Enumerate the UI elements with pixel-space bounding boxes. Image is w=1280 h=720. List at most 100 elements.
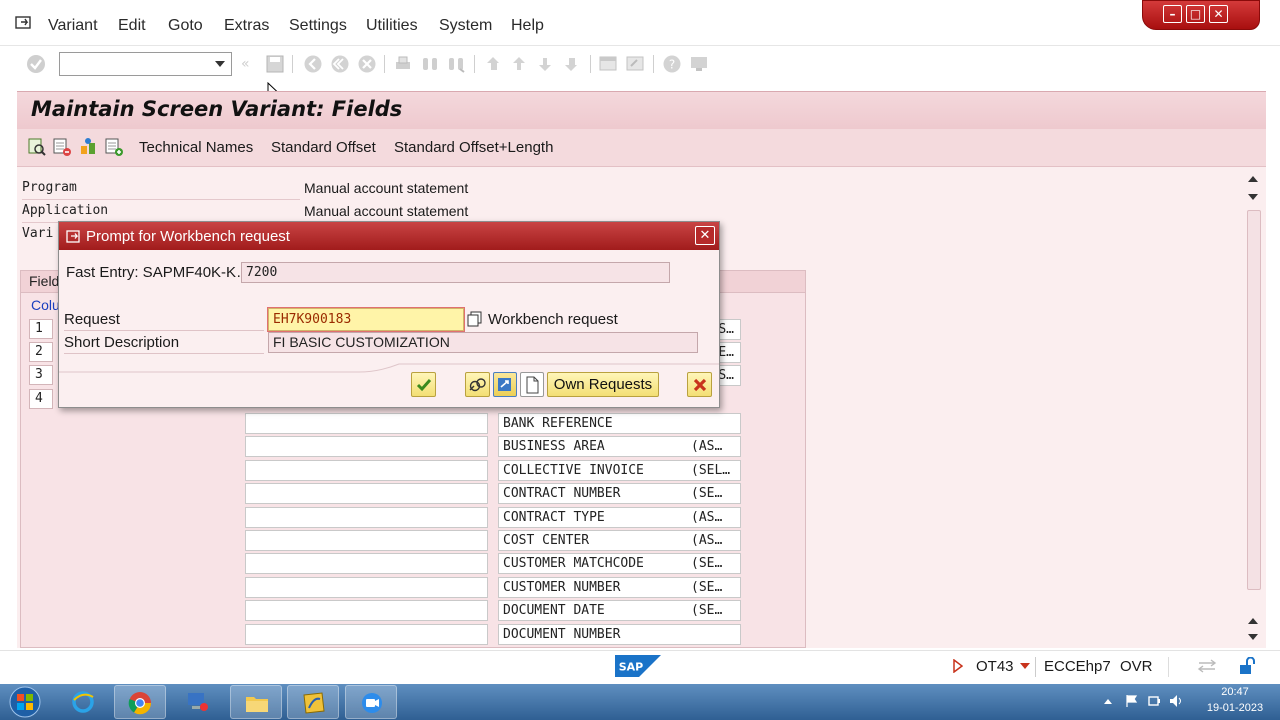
- scroll-up-icon[interactable]: [1248, 176, 1258, 182]
- chevron-down-icon[interactable]: [215, 61, 225, 67]
- standard-offset-length-button[interactable]: Standard Offset+Length: [394, 139, 553, 156]
- menu-edit[interactable]: Edit: [118, 17, 146, 35]
- chevron-down-icon[interactable]: [1020, 663, 1030, 669]
- empty-field-cell[interactable]: [245, 553, 488, 574]
- menu-settings[interactable]: Settings: [289, 17, 347, 35]
- file-explorer-icon[interactable]: [230, 685, 282, 719]
- empty-field-cell[interactable]: [245, 577, 488, 598]
- vertical-scrollbar[interactable]: [1244, 170, 1262, 648]
- display-request-button[interactable]: [493, 372, 517, 397]
- field-name-cell[interactable]: COST CENTER (AS…: [498, 530, 741, 551]
- field-name-cell[interactable]: CONTRACT TYPE (AS…: [498, 507, 741, 528]
- shortcut-icon[interactable]: [625, 54, 645, 74]
- chrome-icon[interactable]: [114, 685, 166, 719]
- row-number[interactable]: 2: [29, 342, 53, 362]
- menu-goto[interactable]: Goto: [168, 17, 203, 35]
- minimize-icon[interactable]: –: [1163, 5, 1182, 23]
- empty-field-cell[interactable]: [245, 600, 488, 621]
- menu-utilities[interactable]: Utilities: [366, 17, 418, 35]
- show-hidden-icons-icon[interactable]: [1104, 699, 1112, 704]
- select-request-button[interactable]: [465, 372, 490, 397]
- empty-field-cell[interactable]: [245, 530, 488, 551]
- standard-offset-button[interactable]: Standard Offset: [271, 139, 376, 156]
- play-icon[interactable]: [953, 659, 963, 673]
- cancel-icon[interactable]: [357, 54, 377, 74]
- add-row-icon[interactable]: [104, 137, 124, 157]
- empty-field-cell[interactable]: [245, 436, 488, 457]
- back-icon[interactable]: [303, 54, 323, 74]
- field-name-cell[interactable]: CUSTOMER NUMBER (SE…: [498, 577, 741, 598]
- select-fields-icon[interactable]: [27, 137, 47, 157]
- field-name-cell[interactable]: DOCUMENT DATE (SE…: [498, 600, 741, 621]
- technical-names-button[interactable]: Technical Names: [139, 139, 253, 156]
- help-icon[interactable]: ?: [662, 54, 682, 74]
- battery-icon[interactable]: [1147, 694, 1161, 708]
- volume-icon[interactable]: [1169, 694, 1183, 708]
- delete-row-icon[interactable]: [52, 137, 72, 157]
- print-icon[interactable]: [393, 54, 413, 74]
- flag-icon[interactable]: [1125, 694, 1139, 708]
- next-page-icon[interactable]: [535, 54, 555, 74]
- empty-field-cell[interactable]: [245, 624, 488, 645]
- menu-help[interactable]: Help: [511, 17, 544, 35]
- column-link[interactable]: Colu: [31, 297, 60, 313]
- create-request-button[interactable]: [520, 372, 544, 397]
- cancel-button[interactable]: [687, 372, 712, 397]
- previous-page-icon[interactable]: [509, 54, 529, 74]
- field-name-cell[interactable]: DOCUMENT NUMBER: [498, 624, 741, 645]
- windows-taskbar: 20:47 19-01-2023: [0, 684, 1280, 720]
- start-button-icon[interactable]: [4, 685, 46, 719]
- row-number[interactable]: 4: [29, 389, 53, 409]
- last-page-icon[interactable]: [561, 54, 581, 74]
- save-icon[interactable]: [265, 54, 285, 74]
- find-next-icon[interactable]: [446, 54, 466, 74]
- video-call-icon[interactable]: [345, 685, 397, 719]
- divider: [1168, 657, 1169, 677]
- title-bar: Maintain Screen Variant: Fields: [17, 91, 1266, 129]
- menu-extras[interactable]: Extras: [224, 17, 269, 35]
- sap-logon-icon[interactable]: [287, 685, 339, 719]
- menu-variant[interactable]: Variant: [48, 17, 98, 35]
- row-number[interactable]: 1: [29, 319, 53, 339]
- fields-attributes-icon[interactable]: [78, 137, 98, 157]
- short-description-field[interactable]: FI BASIC CUSTOMIZATION: [268, 332, 698, 353]
- field-name-cell[interactable]: COLLECTIVE INVOICE (SEL…: [498, 460, 741, 481]
- empty-field-cell[interactable]: [245, 413, 488, 434]
- create-session-icon[interactable]: [598, 54, 618, 74]
- menu-icon[interactable]: [15, 14, 35, 30]
- field-name-cell[interactable]: BANK REFERENCE: [498, 413, 741, 434]
- empty-field-cell[interactable]: [245, 507, 488, 528]
- scroll-down-icon[interactable]: [1248, 634, 1258, 640]
- first-page-icon[interactable]: [483, 54, 503, 74]
- field-name-cell[interactable]: BUSINESS AREA (AS…: [498, 436, 741, 457]
- scrollbar-thumb[interactable]: [1247, 210, 1261, 590]
- insert-mode[interactable]: OVR: [1120, 658, 1153, 675]
- display-icon: [498, 378, 511, 391]
- request-input[interactable]: EH7K900183: [267, 307, 465, 332]
- field-name-cell[interactable]: CONTRACT NUMBER (SE…: [498, 483, 741, 504]
- own-requests-button[interactable]: Own Requests: [547, 372, 659, 397]
- scroll-down-icon[interactable]: [1248, 194, 1258, 200]
- empty-field-cell[interactable]: [245, 483, 488, 504]
- continue-button[interactable]: [411, 372, 436, 397]
- maximize-icon[interactable]: □: [1186, 5, 1205, 23]
- internet-explorer-icon[interactable]: [57, 685, 109, 719]
- computer-icon[interactable]: [172, 685, 224, 719]
- value-help-icon[interactable]: [467, 311, 483, 327]
- close-icon[interactable]: ✕: [1209, 5, 1228, 23]
- scroll-up-icon[interactable]: [1248, 618, 1258, 624]
- menu-system[interactable]: System: [439, 17, 492, 35]
- empty-field-cell[interactable]: [245, 460, 488, 481]
- clock-date[interactable]: 19-01-2023: [1200, 702, 1270, 714]
- exit-icon[interactable]: [330, 54, 350, 74]
- request-type-text: Workbench request: [488, 311, 618, 328]
- field-name-cell[interactable]: CUSTOMER MATCHCODE (SE…: [498, 553, 741, 574]
- close-icon[interactable]: ✕: [695, 226, 715, 245]
- clock-time[interactable]: 20:47: [1213, 686, 1257, 698]
- fast-entry-field[interactable]: 7200: [241, 262, 670, 283]
- customize-layout-icon[interactable]: [689, 54, 709, 74]
- command-field[interactable]: [59, 52, 232, 76]
- find-icon[interactable]: [420, 54, 440, 74]
- row-number[interactable]: 3: [29, 365, 53, 385]
- enter-icon[interactable]: [26, 54, 46, 74]
